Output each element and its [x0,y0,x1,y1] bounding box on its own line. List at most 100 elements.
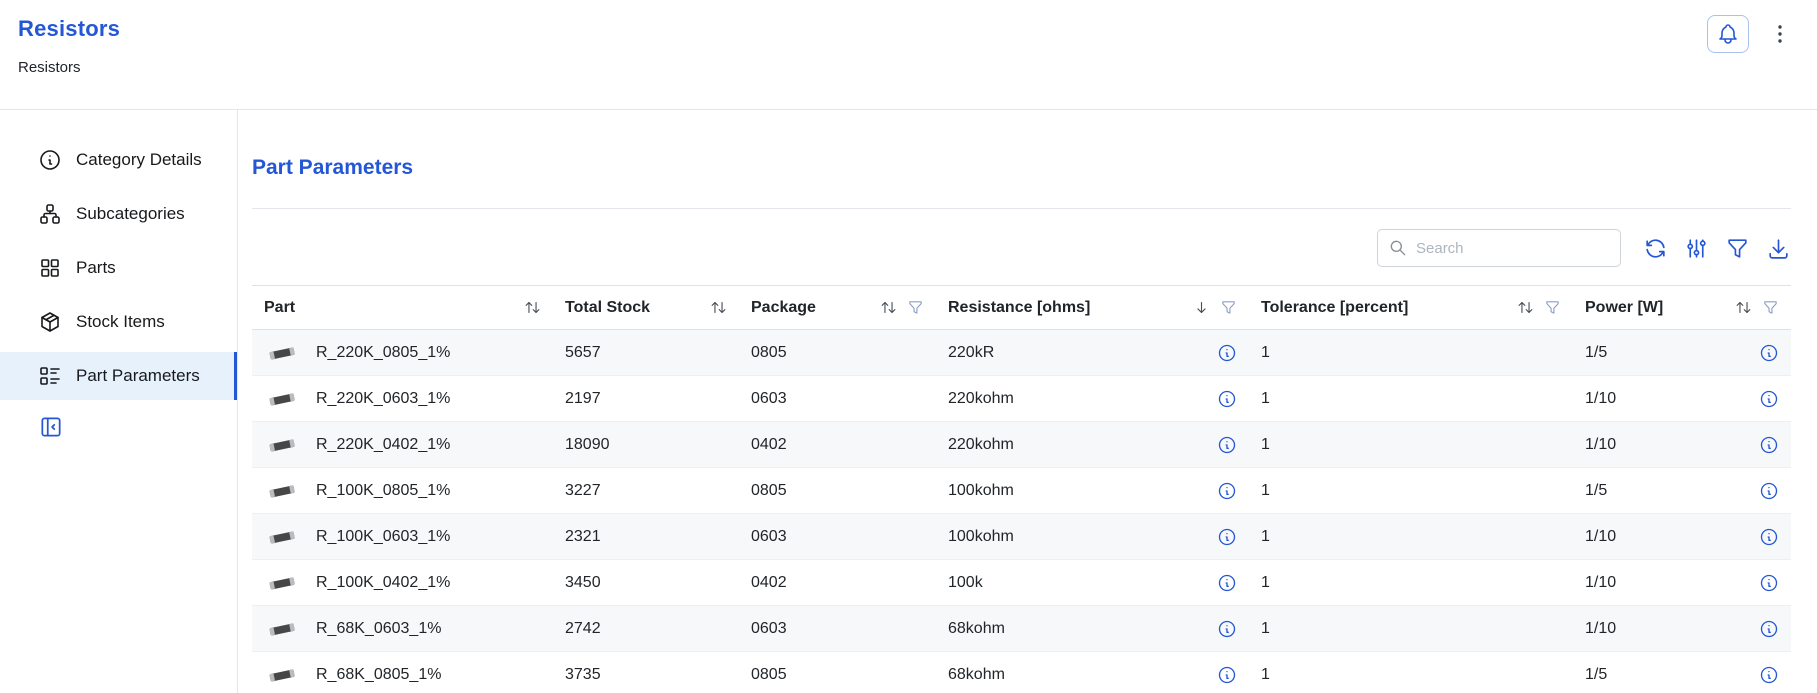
column-filter-icon[interactable] [1762,299,1779,316]
column-header-icons [710,299,727,316]
column-header-resistance[interactable]: Resistance [ohms] [936,286,1249,330]
column-header-total-stock[interactable]: Total Stock [553,286,739,330]
info-circle-icon[interactable] [1759,435,1779,455]
sidebar-item-parts[interactable]: Parts [0,244,237,292]
table-row[interactable]: R_220K_0603_1%21970603220kohm11/10 [252,376,1791,422]
column-header-part[interactable]: Part [252,286,553,330]
sidebar-item-subcategories[interactable]: Subcategories [0,190,237,238]
overflow-menu-button[interactable] [1767,19,1793,49]
cell-tolerance: 1 [1249,652,1573,693]
sidebar-item-label: Stock Items [76,312,165,332]
sidebar-item-part-parameters[interactable]: Part Parameters [0,352,237,400]
cell-part: R_68K_0805_1% [252,652,553,693]
table-row[interactable]: R_100K_0603_1%23210603100kohm11/10 [252,514,1791,560]
refresh-button[interactable] [1643,236,1668,261]
resistance-value: 220kohm [948,436,1014,454]
table-options-button[interactable] [1684,236,1709,261]
content-layout: Category Details Subcategories Parts Stock … [0,110,1817,693]
filter-button[interactable] [1725,236,1750,261]
table-body: R_220K_0805_1%56570805220kR11/5 R_220K_06… [252,330,1791,693]
power-value: 1/5 [1585,482,1607,500]
info-circle-icon[interactable] [1759,343,1779,363]
resistance-value: 100kohm [948,528,1014,546]
resistance-value: 68kohm [948,666,1005,684]
sort-icon[interactable] [1735,299,1752,316]
power-value: 1/10 [1585,528,1616,546]
part-thumbnail [264,343,300,363]
sidebar-items: Category Details Subcategories Parts Stock … [0,136,237,400]
part-thumbnail [264,527,300,547]
table-row[interactable]: R_220K_0805_1%56570805220kR11/5 [252,330,1791,376]
info-circle-icon[interactable] [1217,481,1237,501]
download-button[interactable] [1766,236,1791,261]
sort-icon[interactable] [1517,299,1534,316]
column-filter-icon[interactable] [1220,299,1237,316]
info-circle-icon[interactable] [1217,619,1237,639]
info-circle-icon[interactable] [1217,665,1237,685]
cell-part: R_220K_0805_1% [252,330,553,376]
column-filter-icon[interactable] [1544,299,1561,316]
cell-package: 0402 [739,560,936,606]
info-circle-icon[interactable] [1759,481,1779,501]
resistor-thumbnail-image [265,435,299,455]
info-circle-icon[interactable] [1759,665,1779,685]
table-row[interactable]: R_68K_0603_1%2742060368kohm11/10 [252,606,1791,652]
sidebar-item-stock-items[interactable]: Stock Items [0,298,237,346]
search-icon [1388,238,1408,258]
table-row[interactable]: R_68K_0805_1%3735080568kohm11/5 [252,652,1791,693]
cell-tolerance: 1 [1249,514,1573,560]
grid-icon [38,256,62,280]
info-circle-icon[interactable] [1217,343,1237,363]
panel-title: Part Parameters [252,156,1791,180]
notifications-button[interactable] [1707,15,1749,53]
sort-icon[interactable] [710,299,727,316]
cell-package: 0402 [739,422,936,468]
info-circle-icon[interactable] [1217,389,1237,409]
info-circle-icon[interactable] [1759,619,1779,639]
info-circle-icon[interactable] [1759,389,1779,409]
sidebar-collapse-button[interactable] [38,414,64,440]
column-header-package[interactable]: Package [739,286,936,330]
power-value: 1/10 [1585,620,1616,638]
info-circle-icon[interactable] [1217,527,1237,547]
part-name: R_220K_0603_1% [316,390,450,408]
sidebar-item-category-details[interactable]: Category Details [0,136,237,184]
table-header-row: PartTotal StockPackage Resistance [ohms] T… [252,286,1791,330]
part-thumbnail [264,573,300,593]
cell-power: 1/10 [1573,560,1791,606]
cell-resistance: 68kohm [936,652,1249,693]
table-row[interactable]: R_100K_0402_1%34500402100k11/10 [252,560,1791,606]
info-circle-icon[interactable] [1217,573,1237,593]
column-header-tolerance[interactable]: Tolerance [percent] [1249,286,1573,330]
info-circle-icon[interactable] [1759,573,1779,593]
part-name: R_100K_0402_1% [316,574,450,592]
part-name: R_100K_0603_1% [316,528,450,546]
cell-resistance: 100kohm [936,468,1249,514]
panel-divider [252,208,1791,209]
list-details-icon [38,364,62,388]
info-icon [38,148,62,172]
column-filter-icon[interactable] [907,299,924,316]
info-circle-icon[interactable] [1759,527,1779,547]
cell-part: R_220K_0603_1% [252,376,553,422]
sort-icon[interactable] [880,299,897,316]
search-input[interactable] [1416,240,1610,257]
sort-desc-icon[interactable] [1193,299,1210,316]
table-row[interactable]: R_100K_0805_1%32270805100kohm11/5 [252,468,1791,514]
resistor-thumbnail-image [265,665,299,685]
table-row[interactable]: R_220K_0402_1%180900402220kohm11/10 [252,422,1791,468]
cell-power: 1/10 [1573,422,1791,468]
bell-icon [1716,22,1740,46]
column-label: Resistance [ohms] [948,299,1090,317]
column-header-power[interactable]: Power [W] [1573,286,1791,330]
search-box [1377,229,1621,267]
cell-total_stock: 2197 [553,376,739,422]
breadcrumb-item[interactable]: Resistors [18,59,81,76]
download-icon [1766,236,1791,261]
part-parameters-panel: Part Parameters [238,110,1817,693]
info-circle-icon[interactable] [1217,435,1237,455]
power-value: 1/5 [1585,666,1607,684]
sort-icon[interactable] [524,299,541,316]
sidebar-item-label: Part Parameters [76,366,200,386]
sidebar-item-label: Subcategories [76,204,185,224]
